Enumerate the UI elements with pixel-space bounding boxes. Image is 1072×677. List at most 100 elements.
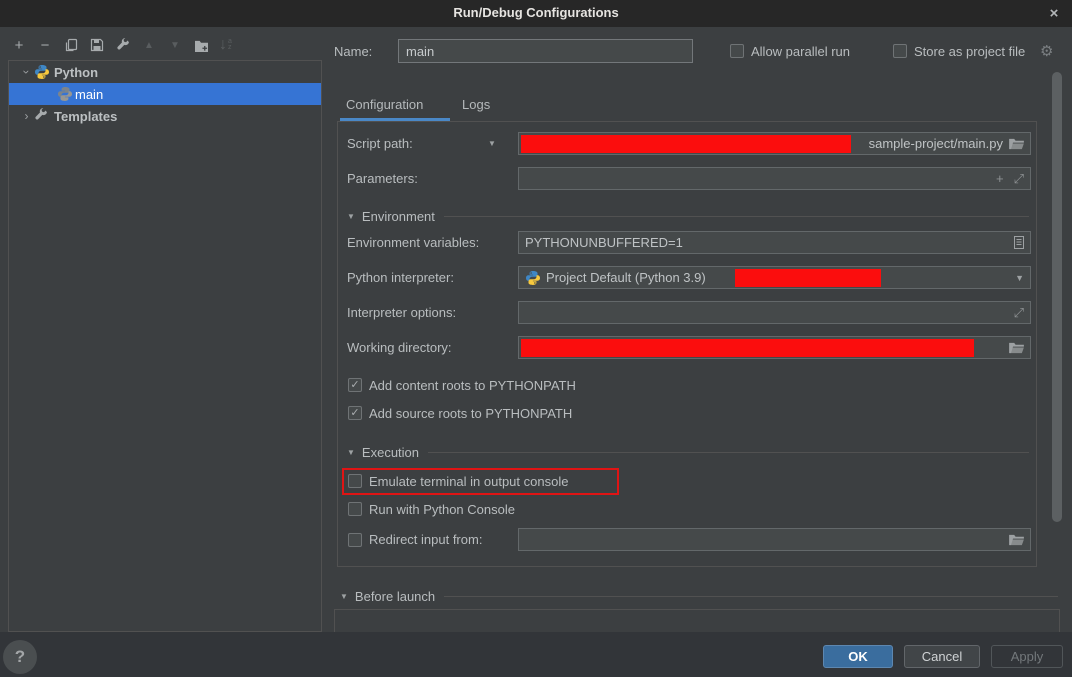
tree-item-python[interactable]: › Python (9, 61, 321, 83)
redaction-box (521, 339, 974, 357)
apply-button[interactable]: Apply (991, 645, 1063, 668)
tree-item-label: main (75, 87, 103, 102)
ok-button[interactable]: OK (823, 645, 893, 668)
remove-configuration-button[interactable]: − (37, 36, 53, 54)
move-up-button[interactable]: ▲ (141, 36, 157, 54)
redirect-input-label: Redirect input from: (369, 532, 482, 547)
environment-variables-input[interactable]: PYTHONUNBUFFERED=1 (518, 231, 1031, 254)
interpreter-options-input[interactable]: ⤢ (518, 301, 1031, 324)
script-path-input[interactable]: sample-project/main.py (518, 132, 1031, 155)
name-label: Name: (334, 44, 372, 59)
before-launch-section-label: Before launch (355, 589, 435, 604)
working-directory-input[interactable] (518, 336, 1031, 359)
section-divider (444, 596, 1058, 597)
gear-icon[interactable]: ⚙ (1040, 42, 1053, 60)
python-interpreter-value: Project Default (Python 3.9) (546, 270, 706, 285)
copy-configuration-button[interactable] (63, 36, 79, 54)
new-folder-button[interactable] (193, 36, 209, 54)
allow-parallel-run-checkbox[interactable] (730, 44, 744, 58)
python-icon (525, 270, 541, 286)
environment-variables-row: Environment variables: PYTHONUNBUFFERED=… (338, 231, 1036, 254)
tree-item-main[interactable]: main (9, 83, 321, 105)
help-button[interactable]: ? (3, 640, 37, 674)
add-macro-icon[interactable]: + (996, 171, 1004, 186)
tree-item-templates[interactable]: › Templates (9, 105, 321, 127)
working-directory-row: Working directory: (338, 336, 1036, 359)
python-icon (57, 86, 73, 102)
environment-variables-value: PYTHONUNBUFFERED=1 (525, 235, 683, 250)
expand-field-icon[interactable]: ⤢ (1014, 305, 1024, 321)
close-icon[interactable]: × (1044, 3, 1064, 23)
before-launch-task-list[interactable] (334, 609, 1060, 633)
environment-section-label: Environment (362, 209, 435, 224)
dropdown-caret-icon[interactable]: ▼ (1015, 273, 1024, 283)
parameters-row: Parameters: + ⤢ (338, 167, 1036, 190)
emulate-terminal-checkbox[interactable] (348, 474, 362, 488)
run-debug-configurations-dialog: Run/Debug Configurations × + − ▲ ▼ ↓ az … (0, 0, 1072, 677)
interpreter-options-row: Interpreter options: ⤢ (338, 301, 1036, 324)
collapse-caret-icon[interactable]: ▼ (347, 448, 355, 457)
add-content-roots-label: Add content roots to PYTHONPATH (369, 378, 576, 393)
tab-logs[interactable]: Logs (462, 97, 490, 112)
configurations-tree: › Python main › Templates (8, 60, 322, 632)
collapse-caret-icon[interactable]: ▼ (340, 592, 348, 601)
edit-variables-icon[interactable] (1014, 236, 1024, 249)
script-path-options-caret[interactable]: ▼ (488, 139, 496, 148)
title-bar: Run/Debug Configurations × (0, 0, 1072, 27)
run-with-python-console-checkbox[interactable] (348, 502, 362, 516)
configurations-toolbar: + − ▲ ▼ ↓ az (11, 34, 232, 56)
edit-templates-button[interactable] (115, 36, 131, 54)
configuration-panel: Script path: ▼ sample-project/main.py Pa… (337, 121, 1037, 567)
section-divider (428, 452, 1029, 453)
store-as-project-file-checkbox[interactable] (893, 44, 907, 58)
tree-item-label: Python (54, 65, 98, 80)
tree-item-label: Templates (54, 109, 117, 124)
python-icon (34, 64, 50, 80)
script-path-row: Script path: ▼ sample-project/main.py (338, 132, 1036, 155)
script-path-value: sample-project/main.py (869, 136, 1009, 151)
before-launch-section-header[interactable]: ▼ Before launch (340, 588, 1058, 604)
python-interpreter-select[interactable]: Project Default (Python 3.9) ▼ (518, 266, 1031, 289)
collapse-caret-icon[interactable]: ▼ (347, 212, 355, 221)
add-source-roots-checkbox[interactable]: ✓ (348, 406, 362, 420)
environment-variables-label: Environment variables: (347, 235, 479, 250)
emulate-terminal-label: Emulate terminal in output console (369, 474, 568, 489)
python-interpreter-row: Python interpreter: Project Default (Pyt… (338, 266, 1036, 289)
folder-icon[interactable] (1009, 342, 1024, 354)
python-interpreter-label: Python interpreter: (347, 270, 454, 285)
wrench-icon (34, 108, 50, 124)
chevron-right-icon[interactable]: › (19, 109, 34, 123)
redirect-input-row: Redirect input from: (338, 528, 1036, 551)
redaction-box (521, 135, 851, 153)
folder-icon[interactable] (1009, 534, 1024, 546)
dialog-title: Run/Debug Configurations (0, 5, 1072, 20)
check-icon: ✓ (350, 380, 359, 391)
allow-parallel-run-label: Allow parallel run (751, 44, 850, 59)
name-input[interactable] (398, 39, 693, 63)
save-configuration-button[interactable] (89, 36, 105, 54)
run-with-python-console-label: Run with Python Console (369, 502, 515, 517)
vertical-scrollbar[interactable] (1052, 72, 1062, 522)
redirect-input-file-input[interactable] (518, 528, 1031, 551)
move-down-button[interactable]: ▼ (167, 36, 183, 54)
parameters-input[interactable]: + ⤢ (518, 167, 1031, 190)
section-divider (444, 216, 1029, 217)
expand-field-icon[interactable]: ⤢ (1014, 171, 1024, 187)
tab-configuration[interactable]: Configuration (346, 97, 423, 112)
add-content-roots-checkbox[interactable]: ✓ (348, 378, 362, 392)
environment-section-header[interactable]: ▼ Environment (347, 208, 1029, 224)
redirect-input-checkbox[interactable] (348, 533, 362, 547)
execution-section-header[interactable]: ▼ Execution (347, 444, 1029, 460)
folder-icon[interactable] (1009, 138, 1024, 150)
cancel-button[interactable]: Cancel (904, 645, 980, 668)
chevron-down-icon[interactable]: › (20, 65, 34, 80)
check-icon: ✓ (350, 408, 359, 419)
store-as-project-file-label: Store as project file (914, 44, 1025, 59)
execution-section-label: Execution (362, 445, 419, 460)
sort-configurations-button[interactable]: ↓ az (219, 36, 232, 54)
redaction-box (735, 269, 881, 287)
add-configuration-button[interactable]: + (11, 36, 27, 54)
script-path-label: Script path: (347, 136, 413, 151)
working-directory-label: Working directory: (347, 340, 452, 355)
parameters-label: Parameters: (347, 171, 418, 186)
